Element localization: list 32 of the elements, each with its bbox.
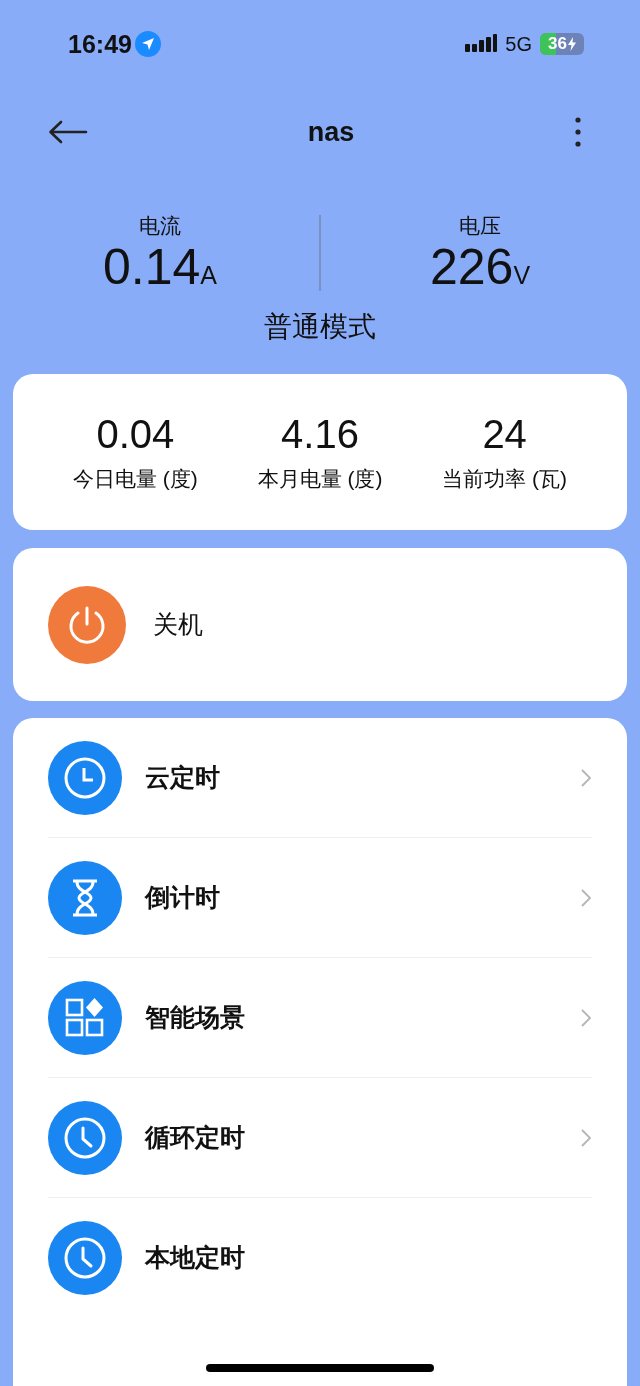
- power-label: 关机: [153, 609, 203, 640]
- clock-icon: [48, 1100, 122, 1175]
- reading-value: 0.14: [103, 240, 201, 294]
- reading-label: 电压: [459, 213, 501, 239]
- menu-item[interactable]: 本地定时: [48, 1197, 592, 1317]
- signal-icon: [465, 34, 498, 54]
- menu-item[interactable]: 循环定时: [48, 1077, 592, 1197]
- stat-label: 本月电量 (度): [257, 465, 383, 492]
- location-icon: [134, 31, 161, 57]
- reading-unit: A: [200, 261, 217, 290]
- network-label: 5G: [505, 32, 532, 56]
- stat-value: 24: [482, 411, 527, 457]
- page-title: nas: [307, 116, 355, 148]
- menu-item[interactable]: 云定时: [48, 718, 592, 837]
- stat-label: 当前功率 (瓦): [442, 465, 568, 492]
- menu-item[interactable]: 智能场景: [48, 957, 592, 1077]
- stat-label: 今日电量 (度): [72, 465, 198, 492]
- mode-label: 普通模式: [263, 310, 377, 344]
- hourglass-icon: [48, 860, 122, 935]
- clock-icon: [48, 740, 122, 815]
- reading-unit: V: [513, 261, 531, 290]
- more-icon[interactable]: [574, 116, 582, 148]
- back-icon[interactable]: [48, 120, 88, 144]
- reading-value: 226: [429, 240, 514, 294]
- reading-label: 电流: [139, 213, 181, 239]
- stat-value: 0.04: [96, 411, 175, 457]
- stat-value: 4.16: [281, 411, 359, 457]
- status-time: 16:49: [68, 29, 132, 59]
- grid-icon: [48, 980, 122, 1055]
- menu-item[interactable]: 倒计时: [48, 837, 592, 957]
- power-icon[interactable]: [48, 585, 126, 664]
- clock-icon: [48, 1220, 122, 1295]
